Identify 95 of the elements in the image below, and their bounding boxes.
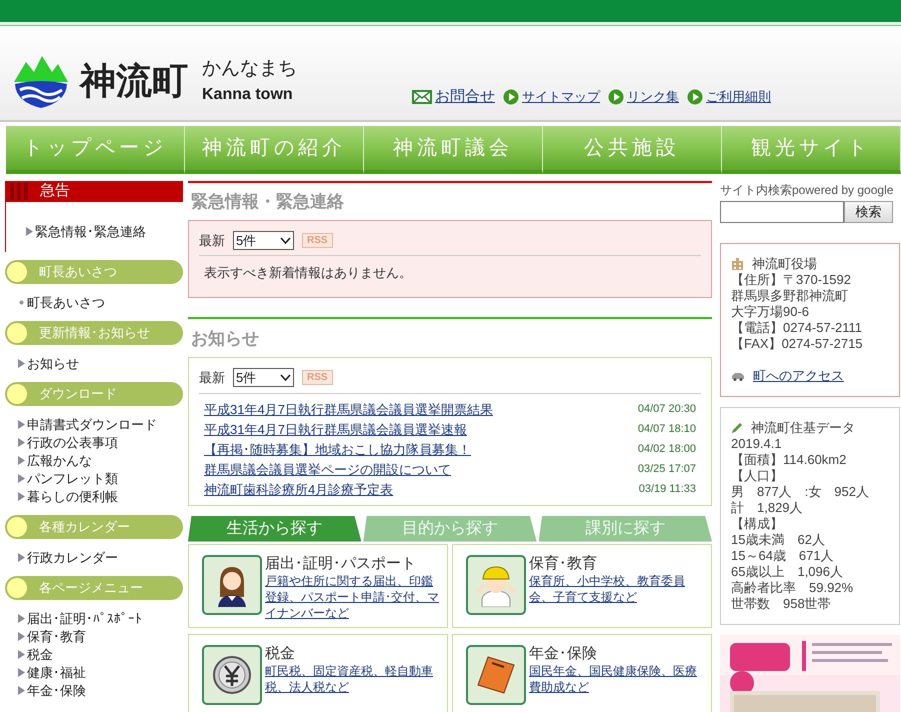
sidebar-link[interactable]: 保育･教育	[27, 628, 86, 644]
sidebar-link[interactable]: 届出･証明･ﾊﾟｽﾎﾟｰﾄ	[27, 610, 142, 626]
news-link[interactable]: 【再掲･随時募集】地域おこし協力隊員募集！	[204, 440, 471, 460]
header-link[interactable]: サイトマップ	[522, 87, 600, 106]
search-button[interactable]: 検索	[844, 201, 893, 223]
news-link[interactable]: 平成31年4月7日執行群馬県議会議員選挙開票結果	[204, 400, 493, 420]
header-link[interactable]: お問合せ	[435, 86, 495, 108]
sidebar-link[interactable]: 税金	[27, 646, 53, 662]
circle-icon	[7, 262, 27, 282]
sidebar-link[interactable]: 緊急情報･緊急連絡	[35, 222, 146, 242]
triangle-icon	[26, 227, 33, 236]
stats-text: 【面積】114.60km2	[731, 452, 848, 468]
alert-title: 急告	[40, 181, 70, 202]
circle-icon	[7, 578, 27, 598]
stats-text: 高齢者比率 59.92%	[731, 580, 854, 596]
stats-text: 世帯数 958世帯	[731, 596, 832, 612]
office-text: 大字万場90-6	[731, 304, 810, 320]
category-title: 届出･証明･パスポート	[265, 554, 417, 572]
news-time: 03/25 17:07	[638, 462, 696, 478]
news-time: 04/07 20:30	[638, 402, 696, 418]
header-link[interactable]: リンク集	[627, 87, 679, 106]
news-link[interactable]: 群馬県議会議員選挙ページの開設について	[204, 460, 451, 480]
stats-text: 【人口】	[731, 468, 784, 484]
arrow-circle-icon	[608, 88, 624, 105]
section-heading: 緊急情報・緊急連絡	[191, 191, 345, 213]
category-title: 年金･保険	[529, 644, 598, 662]
search-tab[interactable]: 生活から探す	[188, 516, 362, 542]
stats-text: 計 1,829人	[731, 500, 804, 516]
logo-text: 神流町	[78, 59, 189, 104]
yen-coin-icon	[212, 654, 252, 694]
filter-label: 最新	[199, 232, 225, 250]
access-link[interactable]: 町へのアクセス	[753, 368, 844, 384]
sidebar-link[interactable]: パンフレット類	[27, 470, 118, 486]
header-link[interactable]: ご利用細則	[706, 87, 771, 106]
section-title: 更新情報･お知らせ	[39, 324, 150, 342]
category-link[interactable]: 国民年金、国民健康保険、医療費助成など	[529, 662, 705, 694]
logo-kana: かんなまち	[202, 56, 297, 81]
stats-text: 65歳以上 1,096人	[731, 564, 844, 580]
category-title: 税金	[265, 644, 296, 662]
count-select[interactable]: 5件	[233, 230, 294, 250]
car-icon	[731, 372, 745, 380]
chevron-down-icon	[280, 374, 291, 382]
arrow-circle-icon	[503, 88, 519, 105]
news-time: 04/02 18:00	[638, 442, 696, 458]
logo-roman: Kanna town	[202, 85, 294, 106]
mail-icon	[412, 90, 432, 104]
stats-text: 2019.4.1	[731, 436, 783, 452]
sidebar-link[interactable]: 申請書式ダウンロード	[27, 416, 157, 432]
office-title: 神流町役場	[752, 256, 817, 272]
stats-text: 【構成】	[731, 516, 784, 532]
circle-icon	[7, 322, 27, 342]
news-time: 03/19 11:33	[638, 482, 696, 498]
sidebar-link[interactable]: 広報かんな	[27, 452, 92, 468]
category-link[interactable]: 町民税、固定資産税、軽自動車税、法人税など	[265, 662, 441, 694]
stats-text: 15～64歳 671人	[731, 548, 835, 564]
empty-message: 表示すべき新着情報はありません。	[204, 264, 413, 282]
stats-text: 男 877人 :女 952人	[731, 484, 870, 500]
triangle-icon	[18, 553, 25, 562]
office-text: 【電話】0274-57-2111	[731, 320, 864, 336]
stats-title: 神流町住基データ	[751, 420, 855, 436]
office-text: 【FAX】0274-57-2715	[731, 336, 864, 352]
stats-text: 15歳未満 62人	[731, 532, 826, 548]
sidebar-link[interactable]: 健康･福祉	[27, 664, 86, 680]
sidebar-link[interactable]: お知らせ	[27, 356, 79, 372]
search-field[interactable]	[720, 201, 844, 223]
category-link[interactable]: 保育所、小中学校、教育委員会、子育て支援など	[529, 572, 705, 604]
news-link[interactable]: 神流町歯科診療所4月診療予定表	[204, 480, 394, 500]
chevron-down-icon	[280, 236, 291, 244]
section-heading: お知らせ	[191, 328, 260, 350]
section-title: ダウンロード	[39, 384, 117, 403]
category-link[interactable]: 戸籍や住所に関する届出、印鑑登録、パスポート申請･交付、マイナンバーなど	[265, 572, 441, 620]
sidebar-link[interactable]: 町長あいさつ	[27, 294, 105, 310]
triangle-icon	[18, 359, 25, 368]
office-text: 群馬県多野郡神流町	[731, 288, 849, 304]
pencil-icon	[731, 422, 743, 434]
section-title: 町長あいさつ	[39, 262, 117, 281]
category-title: 保育･教育	[529, 554, 598, 572]
sidebar-link[interactable]: 年金･保険	[27, 682, 86, 698]
office-text: 【住所】〒370-1592	[731, 272, 852, 288]
news-link[interactable]: 平成31年4月7日執行群馬県議会議員選挙速報	[204, 420, 467, 440]
filter-label: 最新	[199, 369, 225, 387]
section-title: 各ページメニュー	[39, 578, 143, 597]
circle-icon	[7, 516, 27, 536]
sidebar-link[interactable]: 暮らしの便利帳	[27, 488, 118, 504]
section-title: 各種カレンダー	[39, 518, 130, 536]
dot-icon	[18, 299, 25, 306]
news-time: 04/07 18:10	[638, 422, 696, 438]
sidebar-link[interactable]: 行政の公表事項	[27, 434, 118, 450]
count-select[interactable]: 5件	[233, 368, 294, 388]
arrow-circle-icon	[687, 88, 703, 105]
booklet-icon	[476, 654, 516, 694]
search-label: サイト内検索powered by google	[720, 182, 894, 199]
sidebar-link[interactable]: 行政カレンダー	[27, 550, 118, 566]
building-icon	[731, 258, 744, 270]
circle-icon	[7, 384, 27, 404]
